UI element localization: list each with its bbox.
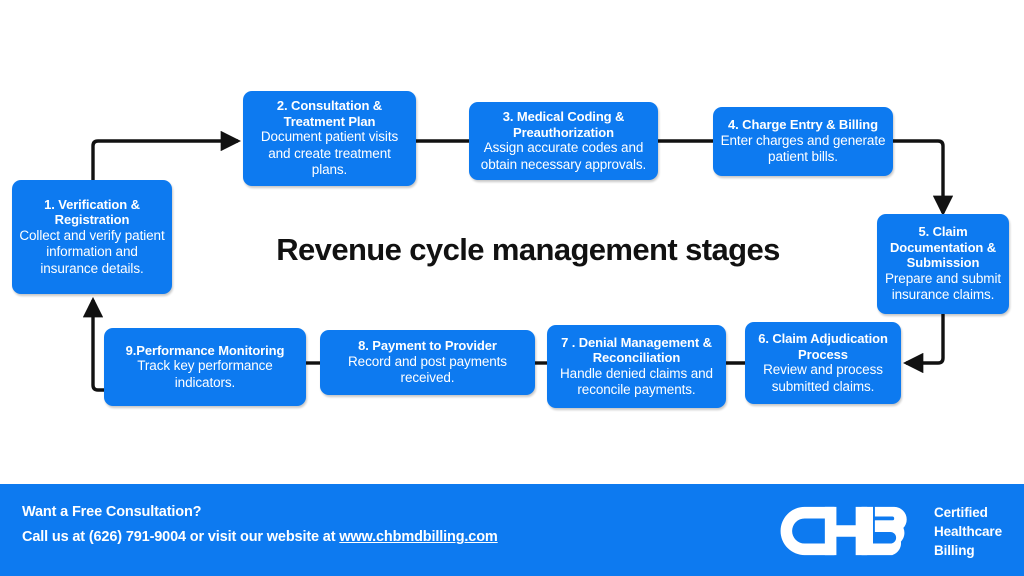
node-description: Prepare and submit insurance claims. <box>884 270 1001 303</box>
process-node-1[interactable]: 1. Verification & Registration Collect a… <box>12 180 172 294</box>
brand-line-1: Certified <box>933 504 988 520</box>
connector-1-to-2 <box>91 130 242 180</box>
footer-banner: Want a Free Consultation? Call us at (62… <box>0 484 1024 576</box>
node-description: Record and post payments received. <box>348 353 507 386</box>
process-node-5[interactable]: 5. Claim Documentation & Submission Prep… <box>877 214 1009 314</box>
process-node-3[interactable]: 3. Medical Coding & Preauthorization Ass… <box>469 102 658 180</box>
process-node-4[interactable]: 4. Charge Entry & Billing Enter charges … <box>713 107 893 176</box>
node-description: Enter charges and generate patient bills… <box>720 132 886 165</box>
connector-5-to-6 <box>902 314 945 374</box>
node-description: Review and process submitted claims. <box>763 362 883 394</box>
footer-contact-text: Want a Free Consultation? Call us at (62… <box>22 500 498 550</box>
node-description: Handle denied claims and reconcile payme… <box>560 365 713 398</box>
node-title: 2. Consultation & Treatment Plan <box>276 98 383 129</box>
node-description: Track key performance indicators. <box>137 358 273 390</box>
footer-call-prefix: Call us at (626) 791-9004 or visit our w… <box>22 529 340 545</box>
brand-logo: Certified Healthcare Billing <box>774 502 1002 560</box>
process-node-7[interactable]: 7 . Denial Management & Reconciliation H… <box>547 325 726 408</box>
connector-9-to-1 <box>82 296 104 392</box>
page-title: Revenue cycle management stages <box>276 232 780 267</box>
brand-tagline: Certified Healthcare Billing <box>934 503 1002 560</box>
node-description: Collect and verify patient information a… <box>19 227 165 276</box>
process-node-6[interactable]: 6. Claim Adjudication Process Review and… <box>745 322 901 404</box>
footer-headline: Want a Free Consultation? <box>22 504 202 520</box>
node-title: 5. Claim Documentation & Submission <box>889 224 997 271</box>
connector-4-to-5 <box>893 139 954 217</box>
chb-monogram-icon <box>780 506 907 556</box>
process-node-2[interactable]: 2. Consultation & Treatment Plan Documen… <box>243 91 416 186</box>
node-title: 1. Verification & Registration <box>44 196 140 228</box>
process-node-9[interactable]: 9.Performance Monitoring Track key perfo… <box>104 328 306 406</box>
brand-line-3: Billing <box>933 542 975 558</box>
node-title: 9.Performance Monitoring <box>125 342 285 358</box>
node-description: Document patient visits and create treat… <box>260 129 399 178</box>
process-node-8[interactable]: 8. Payment to Provider Record and post p… <box>320 330 535 395</box>
node-title: 3. Medical Coding & Preauthorization <box>502 109 625 140</box>
website-link[interactable]: www.chbmdbilling.com <box>339 529 498 545</box>
footer-call-line: Call us at (626) 791-9004 or visit our w… <box>22 525 498 550</box>
node-title: 6. Claim Adjudication Process <box>758 331 888 362</box>
node-title: 7 . Denial Management & Reconciliation <box>561 334 712 366</box>
diagram-canvas: 1. Verification & Registration Collect a… <box>0 0 1024 576</box>
node-description: Assign accurate codes and obtain necessa… <box>480 140 647 172</box>
node-title: 4. Charge Entry & Billing <box>728 117 878 133</box>
brand-line-2: Healthcare <box>933 523 1002 539</box>
node-title: 8. Payment to Provider <box>358 338 497 354</box>
